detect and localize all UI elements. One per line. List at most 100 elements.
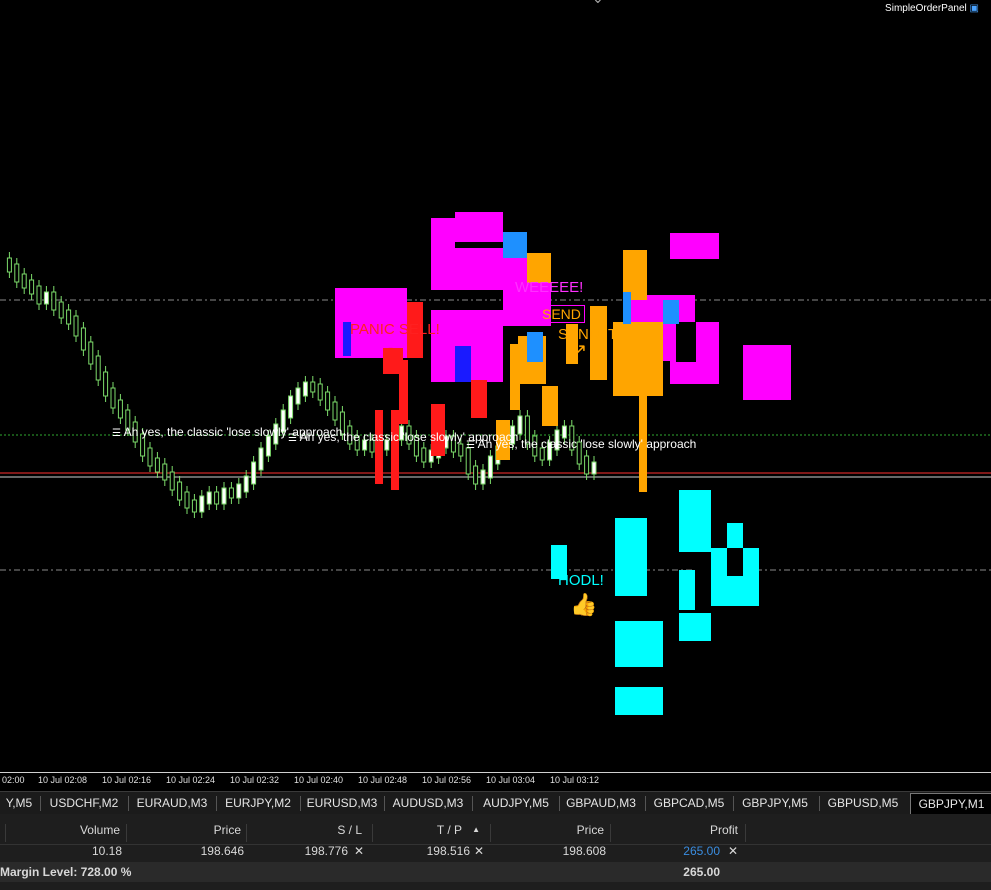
candle-body <box>103 371 109 397</box>
candle-body <box>221 487 227 505</box>
candle-body <box>480 469 486 485</box>
margin-level: Margin Level: 728.00 % <box>0 865 132 879</box>
trade-row[interactable]: 10.18 198.646 198.776 ✕ 198.516 ✕ 198.60… <box>0 844 991 862</box>
col-profit-header[interactable]: Profit <box>650 823 738 837</box>
order-panel-text: SimpleOrderPanel <box>885 3 967 14</box>
candle-body <box>21 273 27 289</box>
panel-icon: ▣ <box>969 3 979 14</box>
tab-symbol[interactable]: EURUSD,M3 <box>302 795 382 812</box>
candle-body <box>473 465 479 485</box>
symbol-tabs: Y,M5 USDCHF,M2 EURAUD,M3 EURJPY,M2 EURUS… <box>0 791 991 814</box>
tab-symbol[interactable]: Y,M5 <box>0 795 38 812</box>
candle-body <box>117 399 123 419</box>
current-price-value: 198.608 <box>562 844 606 858</box>
sl-value: 198.776 <box>304 844 348 858</box>
candle-body <box>177 481 183 501</box>
close-icon[interactable]: ✕ <box>728 844 738 858</box>
candle-body <box>110 387 116 409</box>
time-tick: 10 Jul 02:16 <box>102 775 152 785</box>
col-volume-header[interactable]: Volume <box>40 823 120 837</box>
candle-body <box>228 487 234 499</box>
note-icon: ☰ <box>112 428 121 439</box>
candle-body <box>302 381 308 397</box>
note-icon: ☰ <box>466 440 475 451</box>
col-price-header[interactable]: Price <box>160 823 241 837</box>
candle-body <box>36 285 42 305</box>
close-icon[interactable]: ✕ <box>474 844 484 858</box>
candle-body <box>29 279 35 295</box>
candle-body <box>258 447 264 471</box>
trade-header-row: Volume Price S / L T / P ▲ Price Profit <box>0 820 991 845</box>
candle-body <box>243 475 249 493</box>
candle-body <box>421 447 427 463</box>
tab-symbol[interactable]: USDCHF,M2 <box>42 795 126 812</box>
collapse-chevron-icon[interactable]: ⌄ <box>592 0 604 7</box>
candle-body <box>88 341 94 365</box>
time-tick: 10 Jul 02:56 <box>422 775 472 785</box>
tab-symbol[interactable]: AUDJPY,M5 <box>474 795 558 812</box>
volume-value: 10.18 <box>91 844 122 858</box>
col-current-price-header[interactable]: Price <box>520 823 604 837</box>
send-label: SEND <box>538 305 585 323</box>
candle-body <box>95 355 101 381</box>
tab-symbol[interactable]: EURJPY,M2 <box>218 795 298 812</box>
candle-body <box>214 491 220 505</box>
lose-slowly-note-3: ☰ Ah yes, the classic 'lose slowly' appr… <box>466 437 696 451</box>
sort-arrow-icon[interactable]: ▲ <box>468 825 480 834</box>
tp-value: 198.516 <box>426 844 470 858</box>
candle-body <box>265 435 271 457</box>
time-tick: 10 Jul 03:12 <box>550 775 600 785</box>
candle-body <box>154 457 160 473</box>
trade-panel: Volume Price S / L T / P ▲ Price Profit … <box>0 814 991 890</box>
tab-symbol[interactable]: EURAUD,M3 <box>130 795 214 812</box>
candle-body <box>6 257 12 273</box>
candle-body <box>58 301 64 319</box>
cyan-gap-2 <box>695 552 711 572</box>
candle-body <box>325 391 331 411</box>
candle-body <box>206 491 212 505</box>
weeee-label: WEEEEE! <box>515 279 584 296</box>
candle-body <box>517 415 523 435</box>
time-tick: 02:00 <box>2 775 25 785</box>
col-sl-header[interactable]: S / L <box>282 823 362 837</box>
cyan-gap <box>727 548 743 576</box>
candle-body <box>465 447 471 475</box>
time-tick: 10 Jul 03:04 <box>486 775 536 785</box>
candle-body <box>199 495 205 513</box>
time-tick: 10 Jul 02:48 <box>358 775 408 785</box>
tab-symbol[interactable]: GBPJPY,M5 <box>735 795 815 812</box>
open-price-value: 198.646 <box>200 844 244 858</box>
close-icon[interactable]: ✕ <box>354 844 364 858</box>
candle-body <box>317 383 323 401</box>
candle-body <box>147 447 153 467</box>
order-panel-label[interactable]: SimpleOrderPanel ▣ <box>885 3 979 14</box>
candle-body <box>310 381 316 393</box>
margin-row: Margin Level: 728.00 % 265.00 <box>0 862 991 882</box>
time-tick: 10 Jul 02:08 <box>38 775 88 785</box>
tab-symbol[interactable]: GBPAUD,M3 <box>561 795 641 812</box>
candle-body <box>169 471 175 491</box>
candle-body <box>251 461 257 485</box>
tab-symbol[interactable]: GBPUSD,M5 <box>821 795 905 812</box>
tab-symbol-active[interactable]: GBPJPY,M1 <box>910 793 991 814</box>
note-icon: ☰ <box>288 433 297 444</box>
profit-value: 265.00 <box>683 844 720 858</box>
tab-symbol[interactable]: GBPCAD,M5 <box>647 795 731 812</box>
tab-symbol[interactable]: AUDUSD,M3 <box>386 795 470 812</box>
total-profit: 265.00 <box>683 865 720 879</box>
down-arrow-icon: ⬇ <box>383 345 399 365</box>
candle-body <box>51 291 57 311</box>
send-it-label: SEND IT <box>558 326 618 343</box>
candle-body <box>162 463 168 481</box>
price-chart[interactable] <box>0 0 991 772</box>
candle-body <box>184 491 190 509</box>
col-tp-header[interactable]: T / P <box>380 823 462 837</box>
hodl-label: HODL! <box>558 572 604 589</box>
lose-slowly-text-3: Ah yes, the classic 'lose slowly' approa… <box>477 437 697 451</box>
candle-body <box>591 461 597 475</box>
candle-body <box>487 455 493 479</box>
candle-body <box>191 499 197 513</box>
candle-body <box>80 327 86 351</box>
candle-body <box>73 315 79 337</box>
candle-body <box>43 291 49 305</box>
